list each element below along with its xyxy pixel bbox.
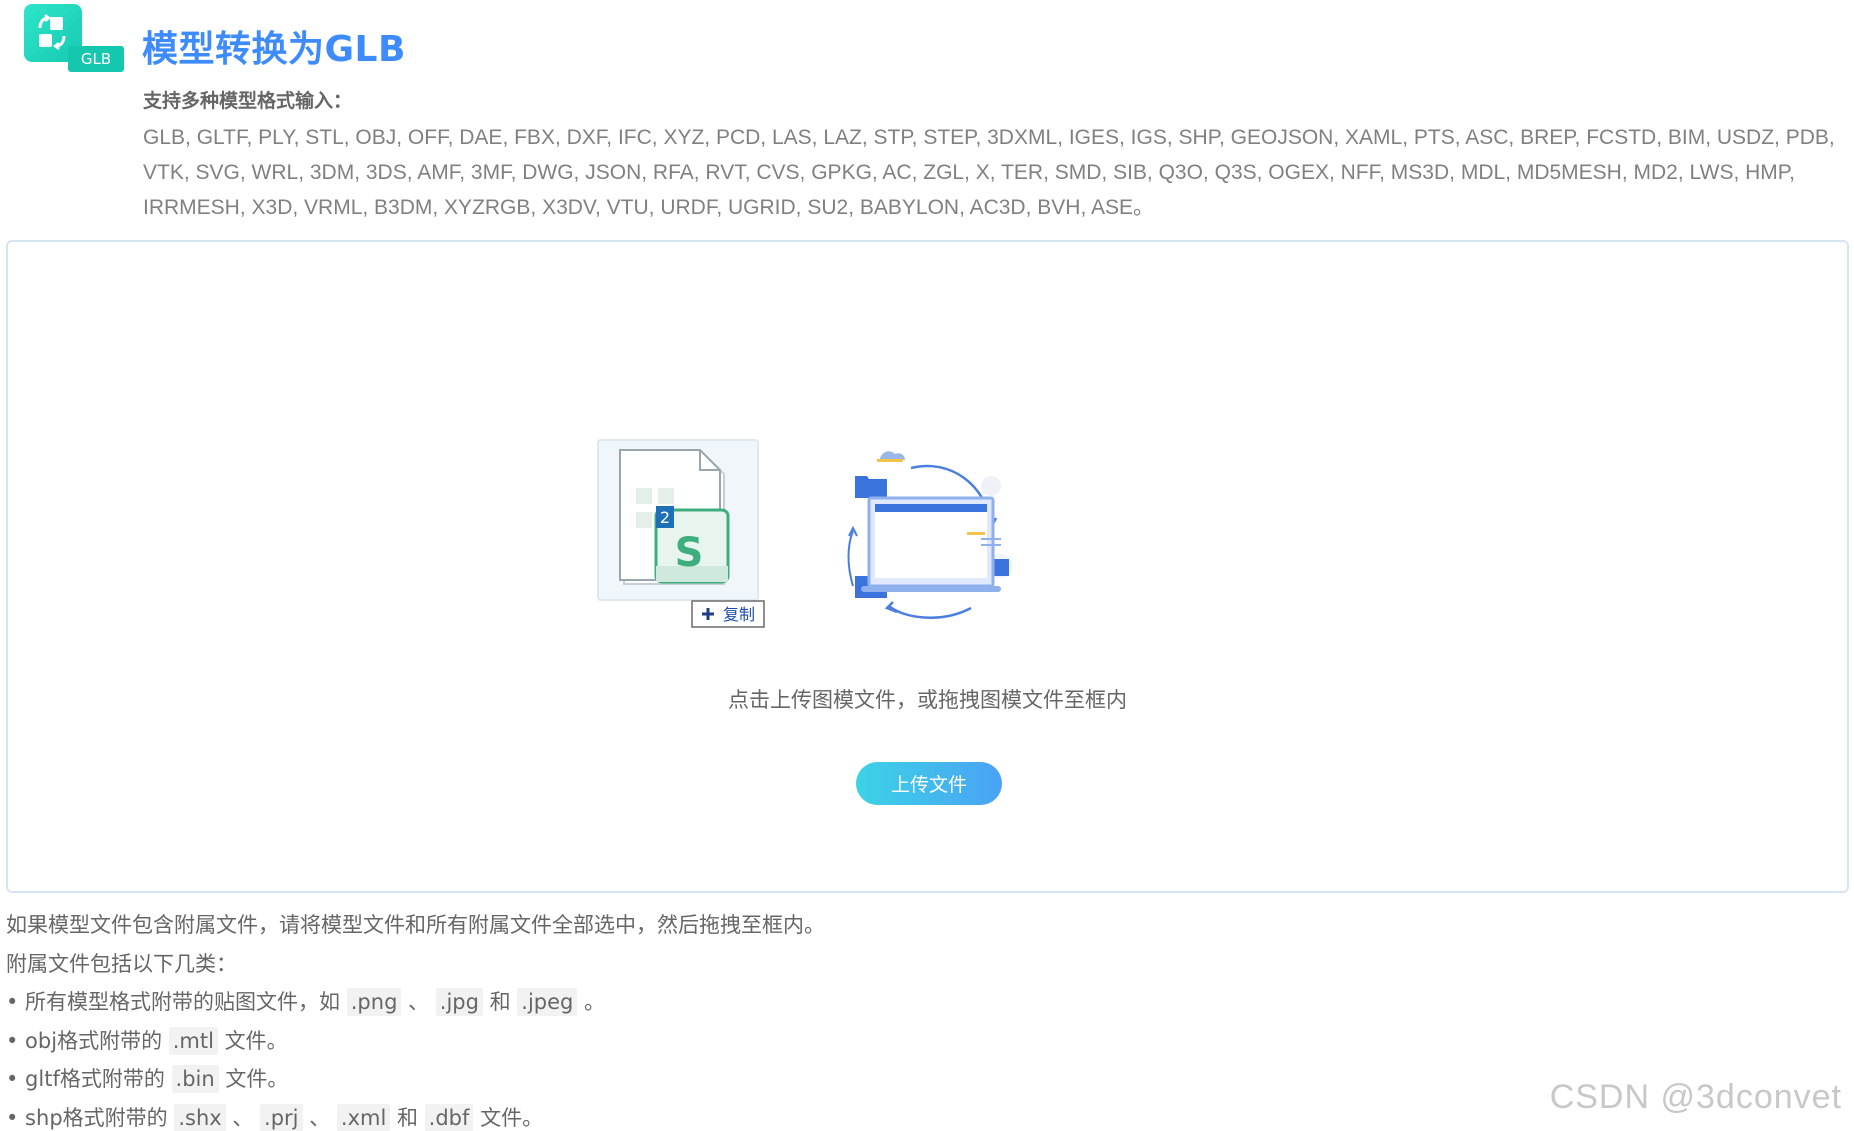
note-text: 。 [577,990,606,1014]
note-line: 如果模型文件包含附属文件，请将模型文件和所有附属文件全部选中，然后拖拽至框内。 [6,913,825,937]
ext-code: .jpeg [517,988,578,1016]
note-gltf-files: • gltf格式附带的 .bin 文件。 [6,1060,1606,1099]
note-obj-files: • obj格式附带的 .mtl 文件。 [6,1022,1606,1061]
formats-list: GLB, GLTF, PLY, STL, OBJ, OFF, DAE, FBX,… [143,120,1843,225]
note-text: 、 [302,1105,337,1130]
app-logo: GLB [24,4,124,74]
upload-transfer-illustration [847,451,1013,619]
note-shp-files: • shp格式附带的 .shx 、 .prj 、 .xml 和 .dbf 文件。 [6,1099,1606,1131]
supported-formats: 支持多种模型格式输入： GLB, GLTF, PLY, STL, OBJ, OF… [143,88,1843,225]
note-texture-files: • 所有模型格式附带的贴图文件，如 .png 、 .jpg 和 .jpeg 。 [6,983,1606,1022]
page-header: GLB 模型转换为GLB [24,4,1844,84]
convert-icon [38,14,66,50]
formats-line: IRRMESH, X3D, VRML, B3DM, XYZRGB, X3DV, … [143,196,1154,219]
ext-code: .bin [171,1065,219,1093]
ext-code: .mtl [168,1026,218,1055]
formats-line: VTK, SVG, WRL, 3DM, 3DS, AMF, 3MF, DWG, … [143,161,1795,184]
note-text: 、 [225,1105,261,1130]
note-text: 文件。 [473,1105,544,1130]
logo-tag: GLB [68,46,124,72]
ext-code: .shx [174,1103,226,1131]
formats-line: GLB, GLTF, PLY, STL, OBJ, OFF, DAE, FBX,… [143,126,1835,149]
ext-code: .dbf [424,1103,474,1131]
badge-number: 2 [660,508,670,527]
note-text: • 所有模型格式附带的贴图文件，如 [6,990,347,1014]
note-text: 文件。 [217,1028,288,1053]
upload-file-button[interactable]: 上传文件 [856,762,1002,805]
badge-letter: S [675,530,704,576]
page-title: 模型转换为GLB [142,29,406,70]
note-text: • obj格式附带的 [6,1028,169,1053]
ext-code: .jpg [435,988,483,1016]
upload-hint: 点击上传图模文件，或拖拽图模文件至框内 [728,688,1127,712]
ext-code: .png [346,988,402,1016]
note-text: • gltf格式附带的 [6,1067,172,1091]
attachment-notes: 如果模型文件包含附属文件，请将模型文件和所有附属文件全部选中，然后拖拽至框内。 … [6,906,1606,1131]
file-drag-illustration: 2 S 复制 [597,439,765,628]
copy-label: 复制 [723,605,755,624]
ext-code: .prj [260,1103,303,1131]
formats-label: 支持多种模型格式输入： [143,90,353,112]
upload-dropzone[interactable]: 2 S 复制 点击上传图模文件，或拖拽图模文件至框内 上传文件 [6,240,1849,893]
note-text: • shp格式附带的 [6,1105,175,1130]
note-text: 和 [390,1105,425,1130]
note-text: 和 [482,990,518,1014]
note-line: 附属文件包括以下几类： [6,951,237,976]
note-text: 文件。 [218,1067,289,1091]
watermark: CSDN @3dconvet [1549,1078,1842,1116]
note-text: 、 [401,990,436,1014]
ext-code: .xml [336,1103,391,1131]
